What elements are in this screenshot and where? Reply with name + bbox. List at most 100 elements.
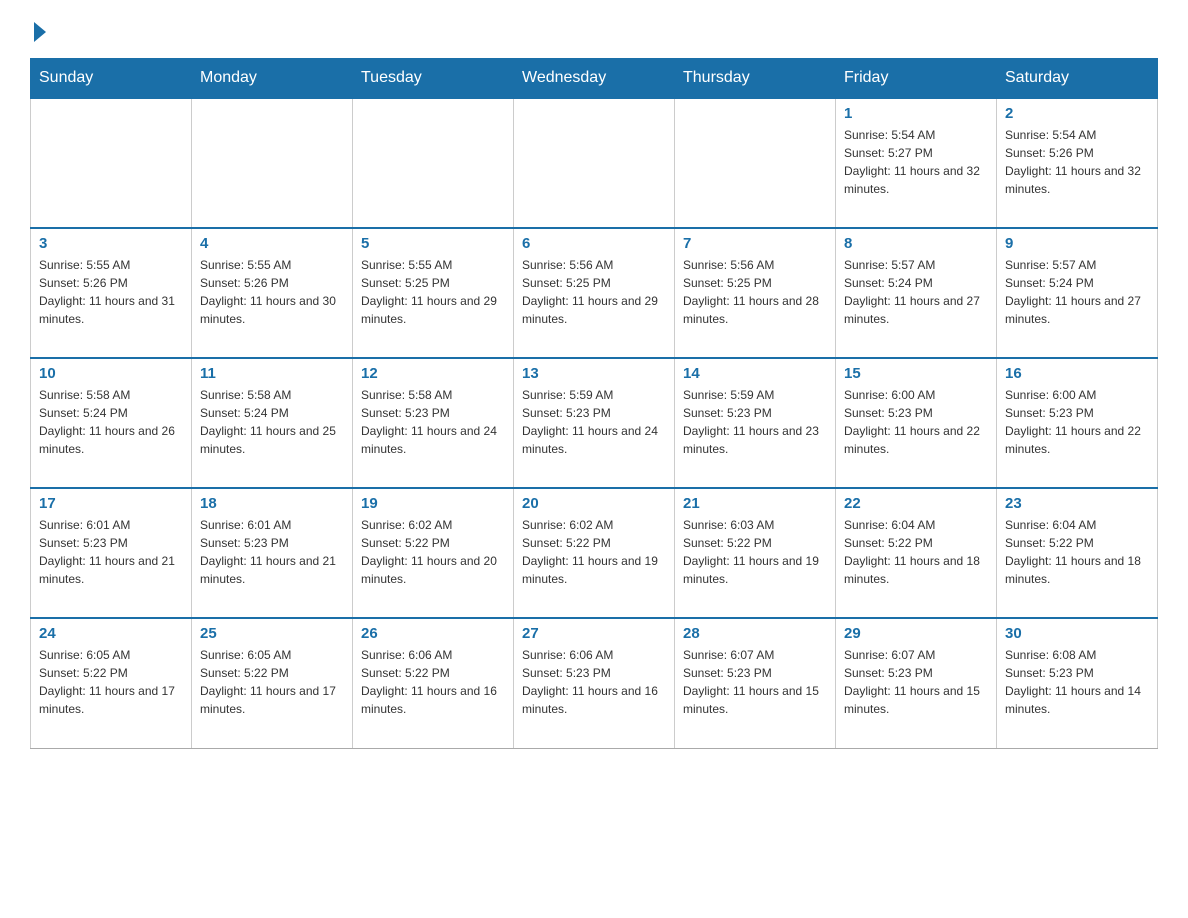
weekday-header-friday: Friday	[836, 59, 997, 99]
day-number: 4	[200, 235, 344, 252]
day-number: 6	[522, 235, 666, 252]
calendar-cell: 10 Sunrise: 5:58 AMSunset: 5:24 PMDayligh…	[31, 358, 192, 488]
day-info: Sunrise: 6:02 AMSunset: 5:22 PMDaylight:…	[522, 516, 666, 588]
calendar-cell: 18 Sunrise: 6:01 AMSunset: 5:23 PMDayligh…	[192, 488, 353, 618]
day-number: 9	[1005, 235, 1149, 252]
day-info: Sunrise: 5:59 AMSunset: 5:23 PMDaylight:…	[522, 386, 666, 458]
day-number: 26	[361, 625, 505, 642]
day-info: Sunrise: 6:03 AMSunset: 5:22 PMDaylight:…	[683, 516, 827, 588]
calendar-cell: 19 Sunrise: 6:02 AMSunset: 5:22 PMDayligh…	[353, 488, 514, 618]
day-info: Sunrise: 6:02 AMSunset: 5:22 PMDaylight:…	[361, 516, 505, 588]
day-number: 13	[522, 365, 666, 382]
day-number: 22	[844, 495, 988, 512]
day-number: 30	[1005, 625, 1149, 642]
calendar-cell: 29 Sunrise: 6:07 AMSunset: 5:23 PMDayligh…	[836, 618, 997, 748]
day-number: 27	[522, 625, 666, 642]
day-number: 29	[844, 625, 988, 642]
calendar-cell: 3 Sunrise: 5:55 AMSunset: 5:26 PMDaylight…	[31, 228, 192, 358]
week-row-5: 24 Sunrise: 6:05 AMSunset: 5:22 PMDayligh…	[31, 618, 1158, 748]
day-info: Sunrise: 5:56 AMSunset: 5:25 PMDaylight:…	[683, 256, 827, 328]
day-info: Sunrise: 6:00 AMSunset: 5:23 PMDaylight:…	[844, 386, 988, 458]
day-number: 21	[683, 495, 827, 512]
page-header	[30, 20, 1158, 38]
calendar-cell: 12 Sunrise: 5:58 AMSunset: 5:23 PMDayligh…	[353, 358, 514, 488]
day-info: Sunrise: 5:57 AMSunset: 5:24 PMDaylight:…	[1005, 256, 1149, 328]
day-info: Sunrise: 5:56 AMSunset: 5:25 PMDaylight:…	[522, 256, 666, 328]
day-number: 14	[683, 365, 827, 382]
calendar-cell: 9 Sunrise: 5:57 AMSunset: 5:24 PMDaylight…	[997, 228, 1158, 358]
week-row-4: 17Sunrise: 6:01 AMSunset: 5:23 PMDayligh…	[31, 488, 1158, 618]
calendar-cell: 13 Sunrise: 5:59 AMSunset: 5:23 PMDayligh…	[514, 358, 675, 488]
day-info: Sunrise: 5:58 AMSunset: 5:23 PMDaylight:…	[361, 386, 505, 458]
calendar-cell: 27 Sunrise: 6:06 AMSunset: 5:23 PMDayligh…	[514, 618, 675, 748]
week-row-1: 1 Sunrise: 5:54 AMSunset: 5:27 PMDaylight…	[31, 98, 1158, 228]
day-number: 18	[200, 495, 344, 512]
calendar-cell	[353, 98, 514, 228]
day-info: Sunrise: 6:08 AMSunset: 5:23 PMDaylight:…	[1005, 646, 1149, 718]
day-number: 20	[522, 495, 666, 512]
day-number: 10	[39, 365, 183, 382]
day-number: 28	[683, 625, 827, 642]
day-info: Sunrise: 6:05 AMSunset: 5:22 PMDaylight:…	[39, 646, 183, 718]
weekday-header-monday: Monday	[192, 59, 353, 99]
weekday-header-sunday: Sunday	[31, 59, 192, 99]
calendar-cell: 25Sunrise: 6:05 AMSunset: 5:22 PMDayligh…	[192, 618, 353, 748]
day-number: 11	[200, 365, 344, 382]
calendar-cell: 4 Sunrise: 5:55 AMSunset: 5:26 PMDaylight…	[192, 228, 353, 358]
calendar-cell: 16Sunrise: 6:00 AMSunset: 5:23 PMDayligh…	[997, 358, 1158, 488]
calendar-cell: 21 Sunrise: 6:03 AMSunset: 5:22 PMDayligh…	[675, 488, 836, 618]
calendar-cell: 22 Sunrise: 6:04 AMSunset: 5:22 PMDayligh…	[836, 488, 997, 618]
day-number: 1	[844, 105, 988, 122]
day-info: Sunrise: 5:54 AMSunset: 5:26 PMDaylight:…	[1005, 126, 1149, 198]
day-info: Sunrise: 5:59 AMSunset: 5:23 PMDaylight:…	[683, 386, 827, 458]
day-info: Sunrise: 6:06 AMSunset: 5:22 PMDaylight:…	[361, 646, 505, 718]
calendar-cell: 24 Sunrise: 6:05 AMSunset: 5:22 PMDayligh…	[31, 618, 192, 748]
day-info: Sunrise: 6:01 AMSunset: 5:23 PMDaylight:…	[200, 516, 344, 588]
logo	[30, 20, 46, 38]
day-number: 5	[361, 235, 505, 252]
day-number: 8	[844, 235, 988, 252]
logo-arrow-icon	[34, 22, 46, 42]
day-info: Sunrise: 6:05 AMSunset: 5:22 PMDaylight:…	[200, 646, 344, 718]
calendar-header-row: SundayMondayTuesdayWednesdayThursdayFrid…	[31, 59, 1158, 99]
calendar-cell	[31, 98, 192, 228]
calendar-cell: 8 Sunrise: 5:57 AMSunset: 5:24 PMDaylight…	[836, 228, 997, 358]
day-info: Sunrise: 6:07 AMSunset: 5:23 PMDaylight:…	[683, 646, 827, 718]
day-info: Sunrise: 5:58 AMSunset: 5:24 PMDaylight:…	[39, 386, 183, 458]
day-info: Sunrise: 5:57 AMSunset: 5:24 PMDaylight:…	[844, 256, 988, 328]
day-info: Sunrise: 5:54 AMSunset: 5:27 PMDaylight:…	[844, 126, 988, 198]
day-info: Sunrise: 6:04 AMSunset: 5:22 PMDaylight:…	[844, 516, 988, 588]
calendar-cell: 17Sunrise: 6:01 AMSunset: 5:23 PMDayligh…	[31, 488, 192, 618]
day-info: Sunrise: 5:55 AMSunset: 5:26 PMDaylight:…	[200, 256, 344, 328]
day-info: Sunrise: 6:04 AMSunset: 5:22 PMDaylight:…	[1005, 516, 1149, 588]
day-number: 2	[1005, 105, 1149, 122]
day-number: 12	[361, 365, 505, 382]
calendar-cell: 20 Sunrise: 6:02 AMSunset: 5:22 PMDayligh…	[514, 488, 675, 618]
calendar-cell: 30 Sunrise: 6:08 AMSunset: 5:23 PMDayligh…	[997, 618, 1158, 748]
day-info: Sunrise: 6:06 AMSunset: 5:23 PMDaylight:…	[522, 646, 666, 718]
day-info: Sunrise: 6:01 AMSunset: 5:23 PMDaylight:…	[39, 516, 183, 588]
calendar-cell: 6 Sunrise: 5:56 AMSunset: 5:25 PMDaylight…	[514, 228, 675, 358]
calendar-cell: 23 Sunrise: 6:04 AMSunset: 5:22 PMDayligh…	[997, 488, 1158, 618]
day-number: 24	[39, 625, 183, 642]
calendar-cell: 5Sunrise: 5:55 AMSunset: 5:25 PMDaylight…	[353, 228, 514, 358]
calendar-table: SundayMondayTuesdayWednesdayThursdayFrid…	[30, 58, 1158, 749]
day-info: Sunrise: 5:55 AMSunset: 5:26 PMDaylight:…	[39, 256, 183, 328]
calendar-cell: 1 Sunrise: 5:54 AMSunset: 5:27 PMDaylight…	[836, 98, 997, 228]
calendar-cell: 11 Sunrise: 5:58 AMSunset: 5:24 PMDayligh…	[192, 358, 353, 488]
day-number: 7	[683, 235, 827, 252]
calendar-cell: 28 Sunrise: 6:07 AMSunset: 5:23 PMDayligh…	[675, 618, 836, 748]
day-number: 3	[39, 235, 183, 252]
day-info: Sunrise: 6:07 AMSunset: 5:23 PMDaylight:…	[844, 646, 988, 718]
day-number: 16	[1005, 365, 1149, 382]
calendar-cell: 26 Sunrise: 6:06 AMSunset: 5:22 PMDayligh…	[353, 618, 514, 748]
calendar-cell: 14 Sunrise: 5:59 AMSunset: 5:23 PMDayligh…	[675, 358, 836, 488]
day-info: Sunrise: 5:58 AMSunset: 5:24 PMDaylight:…	[200, 386, 344, 458]
day-number: 19	[361, 495, 505, 512]
calendar-cell	[192, 98, 353, 228]
calendar-cell: 2 Sunrise: 5:54 AMSunset: 5:26 PMDaylight…	[997, 98, 1158, 228]
weekday-header-thursday: Thursday	[675, 59, 836, 99]
day-number: 23	[1005, 495, 1149, 512]
calendar-cell: 15Sunrise: 6:00 AMSunset: 5:23 PMDayligh…	[836, 358, 997, 488]
calendar-cell	[675, 98, 836, 228]
